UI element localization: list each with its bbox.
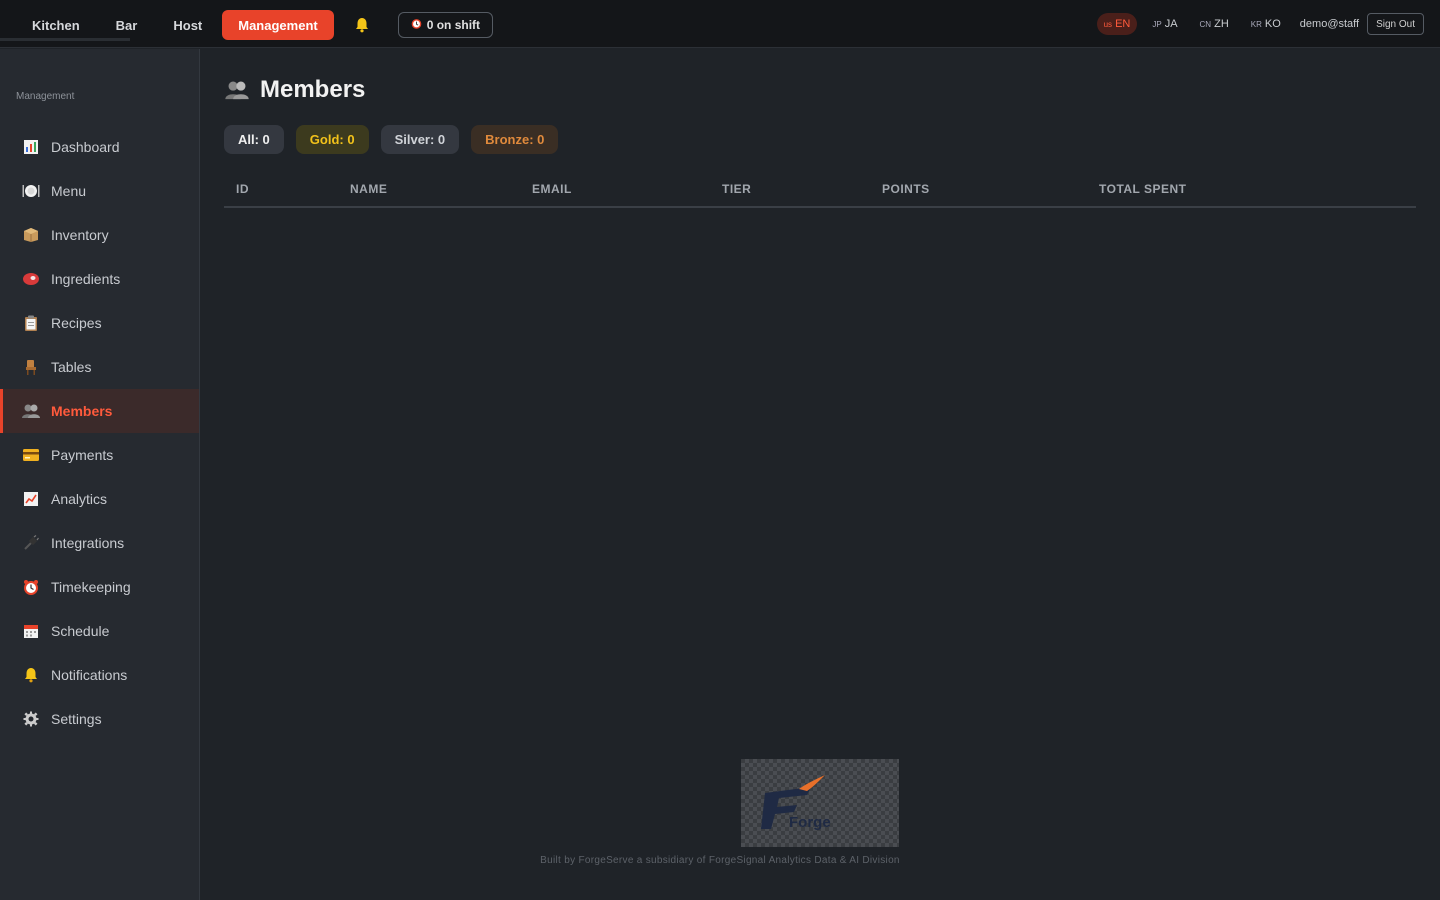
meat-icon bbox=[20, 268, 42, 290]
filter-gold-chip[interactable]: Gold: 0 bbox=[295, 125, 369, 154]
lang-label: JA bbox=[1164, 18, 1178, 30]
sidebar-item-settings[interactable]: Settings bbox=[0, 697, 199, 741]
page-title: Members bbox=[224, 76, 365, 104]
sidebar-item-label: Recipes bbox=[51, 315, 102, 331]
sidebar-item-label: Payments bbox=[51, 447, 114, 463]
top-nav: Kitchen Bar Host Management 0 on shift bbox=[16, 10, 494, 40]
filter-bronze-chip[interactable]: Bronze: 0 bbox=[471, 125, 559, 154]
box-icon bbox=[20, 224, 42, 246]
lang-code: KR bbox=[1250, 19, 1262, 29]
alarm-clock-icon bbox=[411, 18, 422, 32]
sidebar-item-label: Analytics bbox=[51, 491, 108, 507]
credit-card-icon bbox=[20, 444, 42, 466]
sign-out-button[interactable]: Sign Out bbox=[1367, 13, 1424, 35]
sidebar-item-schedule[interactable]: Schedule bbox=[0, 609, 199, 653]
lang-en[interactable]: us EN bbox=[1096, 13, 1138, 35]
sidebar-item-label: Inventory bbox=[51, 227, 109, 243]
footer-credit-text: Built by ForgeServe a subsidiary of Forg… bbox=[540, 855, 900, 866]
lang-zh[interactable]: CN ZH bbox=[1193, 13, 1236, 35]
people-icon bbox=[20, 400, 42, 422]
bar-chart-icon bbox=[20, 136, 42, 158]
lang-code: us bbox=[1103, 19, 1113, 29]
column-header-email[interactable]: EMAIL bbox=[532, 182, 572, 196]
sidebar-item-label: Menu bbox=[51, 183, 87, 199]
column-header-name[interactable]: NAME bbox=[350, 182, 387, 196]
tab-management[interactable]: Management bbox=[222, 10, 334, 40]
on-shift-label: 0 on shift bbox=[426, 18, 481, 32]
bell-icon bbox=[20, 664, 42, 686]
sidebar-item-integrations[interactable]: Integrations bbox=[0, 521, 199, 565]
sidebar-item-dashboard[interactable]: Dashboard bbox=[0, 125, 199, 169]
alarm-clock-icon bbox=[20, 576, 42, 598]
sidebar-item-members[interactable]: Members bbox=[0, 389, 199, 433]
column-header-tier[interactable]: TIER bbox=[722, 182, 751, 196]
column-header-total-spent[interactable]: TOTAL SPENT bbox=[1099, 182, 1187, 196]
tier-filters: All: 0 Gold: 0 Silver: 0 Bronze: 0 bbox=[224, 125, 570, 154]
plug-icon bbox=[20, 532, 42, 554]
clipboard-icon bbox=[20, 312, 42, 334]
notifications-bell-icon[interactable] bbox=[348, 10, 376, 40]
sidebar-item-label: Tables bbox=[51, 359, 92, 375]
sidebar-item-label: Dashboard bbox=[51, 139, 120, 155]
sidebar-item-timekeeping[interactable]: Timekeeping bbox=[0, 565, 199, 609]
sidebar-item-recipes[interactable]: Recipes bbox=[0, 301, 199, 345]
sidebar-item-payments[interactable]: Payments bbox=[0, 433, 199, 477]
user-email: demo@staff bbox=[1299, 18, 1360, 30]
column-header-id[interactable]: ID bbox=[236, 182, 249, 196]
sidebar-item-label: Notifications bbox=[51, 667, 128, 683]
lang-code: CN bbox=[1199, 19, 1212, 29]
lang-label: EN bbox=[1115, 18, 1131, 30]
sidebar-item-menu[interactable]: Menu bbox=[0, 169, 199, 213]
sidebar-item-inventory[interactable]: Inventory bbox=[0, 213, 199, 257]
filter-all-chip[interactable]: All: 0 bbox=[224, 125, 284, 154]
sidebar-list: Dashboard Menu Inventory Ingredients Rec… bbox=[0, 125, 199, 741]
sidebar-item-tables[interactable]: Tables bbox=[0, 345, 199, 389]
page-title-text: Members bbox=[260, 76, 366, 103]
top-bar: Kitchen Bar Host Management 0 on shift u… bbox=[0, 0, 1440, 48]
sidebar-item-label: Settings bbox=[51, 711, 102, 727]
forge-logo: Forge bbox=[741, 759, 899, 847]
sidebar: Management Dashboard Menu Inventory Ingr… bbox=[0, 49, 200, 900]
sidebar-item-label: Timekeeping bbox=[51, 579, 131, 595]
tab-kitchen[interactable]: Kitchen bbox=[16, 10, 96, 40]
people-icon bbox=[224, 77, 250, 103]
members-table-header: ID NAME EMAIL TIER POINTS TOTAL SPENT bbox=[224, 177, 1416, 208]
sidebar-item-analytics[interactable]: Analytics bbox=[0, 477, 199, 521]
trend-icon bbox=[20, 488, 42, 510]
sidebar-item-notifications[interactable]: Notifications bbox=[0, 653, 199, 697]
sidebar-item-label: Integrations bbox=[51, 535, 125, 551]
tab-host[interactable]: Host bbox=[157, 10, 218, 40]
tab-bar[interactable]: Bar bbox=[100, 10, 154, 40]
calendar-icon bbox=[20, 620, 42, 642]
lang-code: JP bbox=[1152, 19, 1162, 29]
plate-icon bbox=[20, 180, 42, 202]
lang-label: ZH bbox=[1214, 18, 1229, 30]
column-header-points[interactable]: POINTS bbox=[882, 182, 930, 196]
filter-silver-chip[interactable]: Silver: 0 bbox=[380, 125, 460, 154]
top-right: us EN JP JA CN ZH KR KO demo@staff Sign Out bbox=[1089, 13, 1424, 35]
sidebar-heading: Management bbox=[16, 91, 75, 102]
sidebar-item-label: Ingredients bbox=[51, 271, 121, 287]
on-shift-button[interactable]: 0 on shift bbox=[397, 12, 494, 38]
lang-ja[interactable]: JP JA bbox=[1145, 13, 1184, 35]
gear-icon bbox=[20, 708, 42, 730]
lang-ko[interactable]: KR KO bbox=[1244, 13, 1288, 35]
svg-text:Forge: Forge bbox=[789, 814, 831, 831]
lang-label: KO bbox=[1264, 18, 1281, 30]
sidebar-item-label: Schedule bbox=[51, 623, 110, 639]
sidebar-item-ingredients[interactable]: Ingredients bbox=[0, 257, 199, 301]
chair-icon bbox=[20, 356, 42, 378]
footer-credit: Built by ForgeServe a subsidiary of Forg… bbox=[0, 855, 1440, 866]
sidebar-item-label: Members bbox=[51, 403, 113, 419]
